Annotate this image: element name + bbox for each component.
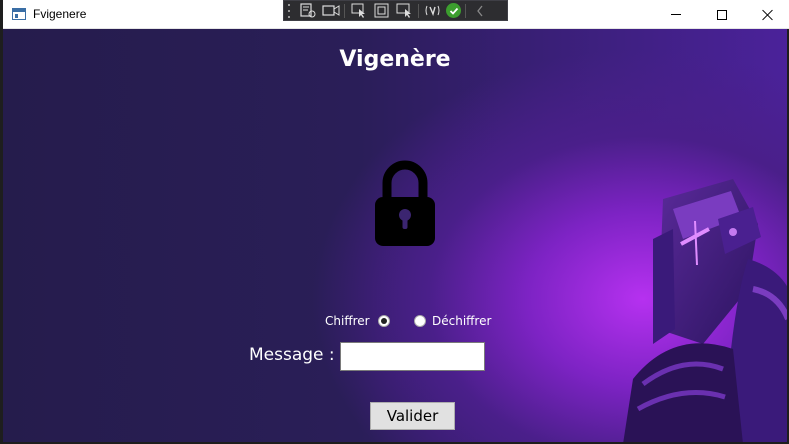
close-icon (762, 9, 774, 21)
collapse-icon[interactable] (470, 2, 489, 19)
minimize-button[interactable] (653, 0, 699, 29)
debug-toolbar (283, 0, 508, 21)
decrypt-label: Déchiffrer (432, 314, 492, 328)
hot-reload-status-icon[interactable] (446, 3, 461, 18)
page-title: Vigenère (339, 47, 451, 72)
maximize-icon (717, 9, 727, 20)
validate-button[interactable]: Valider (370, 402, 455, 430)
app-window-icon (12, 8, 26, 20)
record-icon[interactable] (321, 2, 340, 19)
display-layout-adorners-icon[interactable] (372, 2, 391, 19)
track-focused-element-icon[interactable] (395, 2, 414, 19)
maximize-button[interactable] (699, 0, 745, 29)
encrypt-radio[interactable] (377, 315, 390, 327)
lock-icon (375, 160, 435, 246)
mode-option-decrypt[interactable]: Déchiffrer (414, 312, 491, 330)
decrypt-radio[interactable] (414, 315, 426, 327)
close-button[interactable] (745, 0, 789, 29)
hot-reload-icon[interactable] (423, 2, 442, 19)
toolbar-separator (465, 3, 466, 18)
knight-illustration (623, 179, 787, 442)
app-client-area: Vigenère Chiffrer Déchiffrer Message : V… (3, 29, 787, 442)
minimize-icon (671, 14, 681, 15)
message-input[interactable] (340, 342, 485, 371)
toolbar-separator (418, 3, 419, 18)
encrypt-label: Chiffrer (325, 314, 370, 328)
toolbar-grip-icon[interactable] (288, 3, 294, 18)
window-title: Fvigenere (33, 7, 87, 21)
toolbar-separator (344, 3, 345, 18)
message-label: Message : (249, 345, 335, 365)
live-visual-tree-icon[interactable] (298, 2, 317, 19)
mode-option-encrypt[interactable]: Chiffrer (325, 312, 390, 330)
radio-selected-dot (380, 318, 387, 324)
select-element-icon[interactable] (349, 2, 368, 19)
